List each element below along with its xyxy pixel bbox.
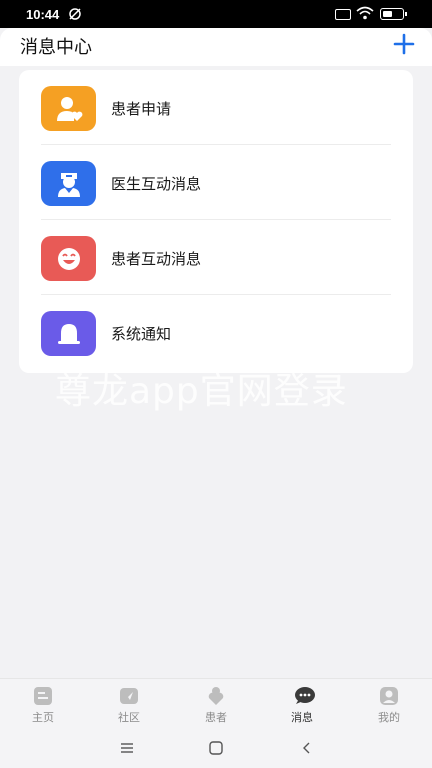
message-item-label: 系统通知	[111, 325, 172, 343]
tab-bar: 主页 社区 患者 消息 我的	[0, 678, 432, 731]
message-list: 患者申请 医生互动消息 患者互动消息 系统通知	[19, 70, 413, 373]
system-nav-bar	[0, 730, 432, 768]
home-square-icon[interactable]	[208, 740, 224, 759]
message-item-patient-request[interactable]: 患者申请	[19, 70, 413, 145]
message-item-label: 患者申请	[111, 100, 172, 118]
patient-heart-icon	[41, 86, 96, 131]
tab-community[interactable]: 社区	[99, 679, 159, 731]
tab-home[interactable]: 主页	[13, 679, 73, 731]
doctor-icon	[41, 161, 96, 206]
message-item-label: 患者互动消息	[111, 250, 202, 268]
message-icon	[295, 687, 315, 704]
tab-label: 消息	[291, 711, 313, 724]
page-header: 消息中心	[0, 28, 432, 66]
tab-profile[interactable]: 我的	[359, 679, 419, 731]
back-icon[interactable]	[299, 740, 315, 759]
watermark-text: 尊龙app官网登录	[55, 371, 348, 412]
tab-label: 主页	[32, 711, 54, 724]
page-title: 消息中心	[20, 37, 92, 58]
alarm-off-icon	[68, 7, 82, 24]
community-icon	[120, 688, 138, 704]
message-item-label: 医生互动消息	[111, 175, 202, 193]
patient-icon	[208, 687, 224, 705]
menu-icon[interactable]	[119, 740, 135, 759]
message-item-system-notice[interactable]: 系统通知	[19, 295, 413, 370]
tab-label: 社区	[118, 711, 140, 724]
tab-label: 我的	[378, 711, 400, 724]
smile-icon	[41, 236, 96, 281]
message-item-doctor-interaction[interactable]: 医生互动消息	[19, 145, 413, 220]
wifi-icon	[356, 6, 374, 23]
add-icon[interactable]	[392, 32, 416, 56]
status-bar: 10:44	[0, 0, 432, 28]
tab-message[interactable]: 消息	[272, 679, 332, 731]
sim-icon	[335, 9, 351, 20]
tab-patient[interactable]: 患者	[186, 679, 246, 731]
home-icon	[34, 687, 52, 705]
message-item-patient-interaction[interactable]: 患者互动消息	[19, 220, 413, 295]
tab-label: 患者	[205, 711, 227, 724]
status-time: 10:44	[26, 7, 60, 22]
profile-icon	[380, 687, 398, 705]
battery-icon	[380, 8, 407, 20]
bell-icon	[41, 311, 96, 356]
